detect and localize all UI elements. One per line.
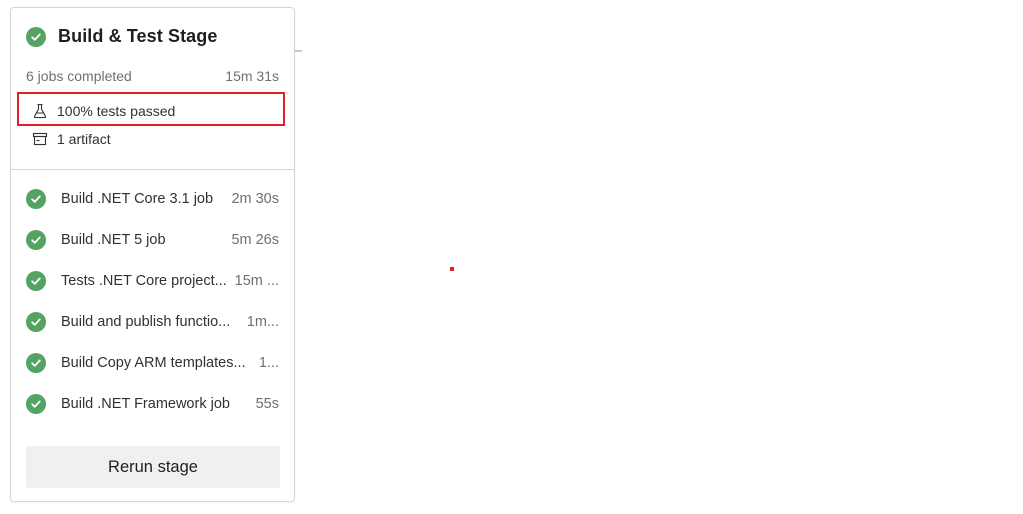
job-duration: 15m ... [234,273,279,289]
job-duration: 1m... [246,314,279,330]
check-circle-icon [26,26,46,47]
job-name: Tests .NET Core project... [61,273,227,289]
selected-job-highlight [17,92,285,126]
artifact-summary[interactable]: 1 artifact [32,131,111,147]
check-circle-icon [26,230,46,250]
job-duration: 5m 26s [231,232,279,248]
job-duration: 1... [258,355,279,371]
archive-box-icon [32,131,48,147]
stage-duration: 15m 31s [225,68,279,84]
job-row[interactable]: Build .NET Core 3.1 job 2m 30s [26,184,279,214]
job-duration: 2m 30s [231,191,279,207]
job-row[interactable]: Build and publish functio... 1m... [26,307,279,337]
stage-summary: 6 jobs completed 15m 31s [26,68,279,84]
job-row[interactable]: Build .NET 5 job 5m 26s [26,225,279,255]
jobs-completed-text: 6 jobs completed [26,68,132,84]
job-row-selected[interactable]: Tests .NET Core project... 15m ... [26,266,279,296]
job-duration: 55s [255,396,279,412]
stage-title: Build & Test Stage [58,26,218,46]
pipeline-connector [294,50,302,52]
check-circle-icon [26,312,46,332]
cursor-marker [450,267,454,271]
check-circle-icon [26,394,46,414]
check-circle-icon [26,189,46,209]
artifact-text: 1 artifact [57,131,111,147]
stage-header: Build & Test Stage 6 jobs completed 15m … [11,8,294,170]
job-name: Build and publish functio... [61,314,231,330]
job-name: Build .NET 5 job [61,232,166,248]
check-circle-icon [26,271,46,291]
job-name: Build .NET Core 3.1 job [61,191,214,207]
check-circle-icon [26,353,46,373]
stage-card[interactable]: Build & Test Stage 6 jobs completed 15m … [10,7,295,502]
job-row[interactable]: Build Copy ARM templates... 1... [26,348,279,378]
job-name: Build Copy ARM templates... [61,355,246,371]
rerun-stage-button[interactable]: Rerun stage [26,446,280,488]
job-row[interactable]: Build .NET Framework job 55s [26,389,279,419]
stage-title-row: Build & Test Stage [26,26,218,47]
job-name: Build .NET Framework job [61,396,230,412]
